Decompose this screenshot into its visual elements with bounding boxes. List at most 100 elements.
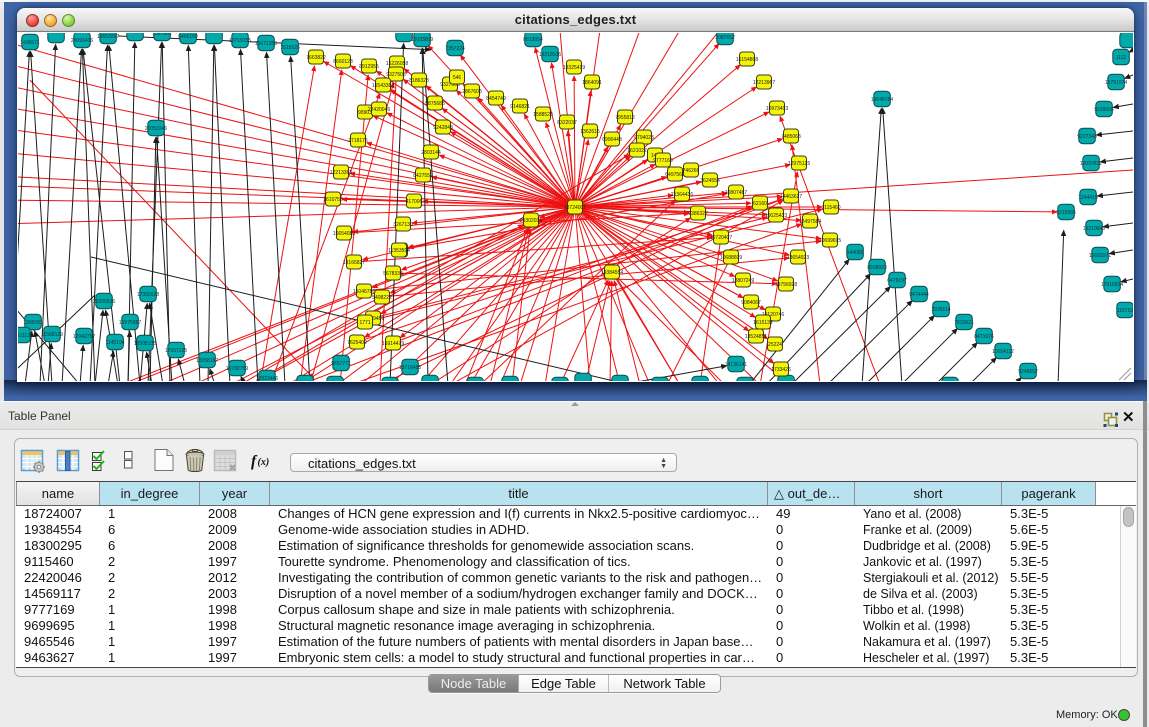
svg-text:9474444: 9474444: [909, 292, 929, 298]
svg-text:746266: 746266: [683, 168, 700, 174]
svg-text:9329966: 9329966: [1094, 107, 1114, 113]
svg-text:10688609: 10688609: [720, 255, 742, 261]
svg-text:8471676: 8471676: [974, 334, 994, 340]
svg-text:13325419: 13325419: [563, 65, 585, 71]
svg-text:8427552: 8427552: [413, 173, 433, 179]
svg-text:8186328: 8186328: [409, 78, 429, 84]
svg-text:1405571: 1405571: [20, 40, 40, 46]
svg-text:1145194: 1145194: [105, 340, 124, 346]
svg-text:16543362: 16543362: [372, 83, 394, 89]
svg-text:16033809: 16033809: [411, 37, 433, 43]
svg-text:19166827: 19166827: [343, 260, 365, 266]
svg-text:15226058: 15226058: [386, 61, 408, 67]
svg-text:6794028: 6794028: [634, 135, 654, 141]
svg-text:15720407: 15720407: [710, 235, 732, 241]
svg-text:144095: 144095: [847, 250, 864, 256]
svg-text:12942757: 12942757: [73, 334, 95, 340]
svg-text:19384554: 19384554: [601, 270, 623, 276]
svg-text:62160: 62160: [753, 201, 767, 207]
svg-text:16654083: 16654083: [333, 231, 355, 237]
svg-text:417006: 417006: [406, 199, 423, 205]
svg-text:16648784: 16648784: [871, 97, 893, 103]
svg-text:116753: 116753: [1117, 308, 1133, 314]
svg-text:10671355: 10671355: [255, 41, 277, 47]
svg-text:17957225: 17957225: [165, 348, 187, 354]
svg-text:14463627: 14463627: [780, 194, 802, 200]
svg-text:21364436: 21364436: [671, 192, 693, 198]
svg-text:8938923: 8938923: [867, 265, 887, 271]
svg-text:1362615: 1362615: [580, 129, 600, 135]
svg-text:6466160: 6466160: [178, 34, 198, 40]
svg-text:9242848: 9242848: [433, 125, 453, 131]
svg-text:991113: 991113: [18, 333, 30, 339]
svg-text:10699695: 10699695: [819, 238, 841, 244]
svg-text:5678334: 5678334: [383, 271, 403, 277]
svg-text:1733426: 1733426: [771, 367, 791, 373]
svg-text:19218506: 19218506: [539, 52, 561, 58]
svg-text:1864091: 1864091: [582, 80, 602, 86]
svg-text:10653267: 10653267: [97, 34, 119, 40]
svg-text:8454749: 8454749: [486, 96, 506, 102]
svg-text:9215955: 9215955: [1056, 210, 1076, 216]
svg-text:9327503: 9327503: [386, 72, 406, 78]
svg-text:12093832: 12093832: [1080, 161, 1102, 167]
svg-text:2718176: 2718176: [348, 138, 368, 144]
svg-text:14136141: 14136141: [725, 362, 747, 368]
svg-text:18724007: 18724007: [564, 205, 586, 211]
svg-text:19756928: 19756928: [775, 282, 797, 288]
svg-text:7357224: 7357224: [445, 46, 465, 52]
svg-text:6990443: 6990443: [602, 137, 622, 143]
svg-text:7515526: 7515526: [280, 45, 300, 51]
svg-text:20053346: 20053346: [145, 126, 167, 132]
svg-text:12923466: 12923466: [256, 376, 278, 381]
svg-text:12213967: 12213967: [753, 80, 775, 86]
svg-text:11568129: 11568129: [41, 332, 63, 338]
svg-text:8813054: 8813054: [523, 37, 543, 43]
svg-text:8322037: 8322037: [557, 120, 577, 126]
svg-text:1395081: 1395081: [23, 320, 43, 326]
svg-text:9245652: 9245652: [1018, 369, 1038, 375]
svg-text:13524851: 13524851: [745, 334, 767, 340]
svg-text:1112: 1112: [1116, 55, 1127, 61]
svg-text:17016504: 17016504: [1101, 282, 1123, 288]
svg-text:1588520: 1588520: [533, 112, 553, 118]
svg-text:9084067: 9084067: [741, 300, 761, 306]
svg-text:1610755: 1610755: [323, 197, 343, 203]
svg-text:12975125: 12975125: [788, 161, 810, 167]
svg-text:7485063: 7485063: [781, 134, 801, 140]
svg-text:5875685: 5875685: [425, 101, 445, 107]
svg-text:10654112: 10654112: [992, 349, 1014, 355]
svg-text:2935114: 2935114: [931, 307, 950, 313]
svg-text:10719155: 10719155: [229, 38, 251, 44]
svg-text:12213363: 12213363: [330, 170, 352, 176]
svg-text:16914479: 16914479: [382, 341, 404, 347]
svg-text:20206526: 20206526: [93, 299, 115, 305]
svg-text:10975887: 10975887: [119, 320, 141, 326]
svg-text:13716485: 13716485: [399, 365, 421, 371]
svg-text:12497584: 12497584: [799, 219, 821, 225]
svg-text:12905135: 12905135: [134, 341, 156, 347]
svg-text:546: 546: [453, 75, 462, 81]
svg-text:15692971: 15692971: [1089, 253, 1111, 259]
svg-text:25302035: 25302035: [520, 218, 542, 224]
svg-text:11353594: 11353594: [388, 248, 410, 254]
svg-text:16210643: 16210643: [1083, 226, 1105, 232]
svg-text:10807487: 10807487: [725, 190, 747, 196]
svg-text:16782759: 16782759: [226, 366, 248, 372]
svg-text:17359928: 17359928: [137, 292, 159, 298]
svg-text:8912955: 8912955: [359, 64, 379, 70]
svg-text:1771: 1771: [359, 320, 370, 326]
svg-text:1621022: 1621022: [627, 148, 647, 154]
svg-text:1244415: 1244415: [1078, 195, 1098, 201]
svg-text:9227343: 9227343: [1077, 134, 1097, 140]
svg-text:1527602: 1527602: [152, 33, 172, 37]
svg-text:7663822: 7663822: [306, 55, 326, 61]
svg-text:2803144: 2803144: [421, 150, 441, 156]
svg-text:9146821: 9146821: [510, 104, 530, 110]
svg-text:16154808: 16154808: [736, 57, 758, 63]
svg-text:(x): (x): [258, 457, 270, 468]
svg-text:8660123: 8660123: [333, 59, 353, 65]
svg-text:10958167: 10958167: [196, 358, 218, 364]
svg-text:3267130: 3267130: [393, 222, 413, 228]
svg-text:2087652: 2087652: [715, 35, 735, 41]
